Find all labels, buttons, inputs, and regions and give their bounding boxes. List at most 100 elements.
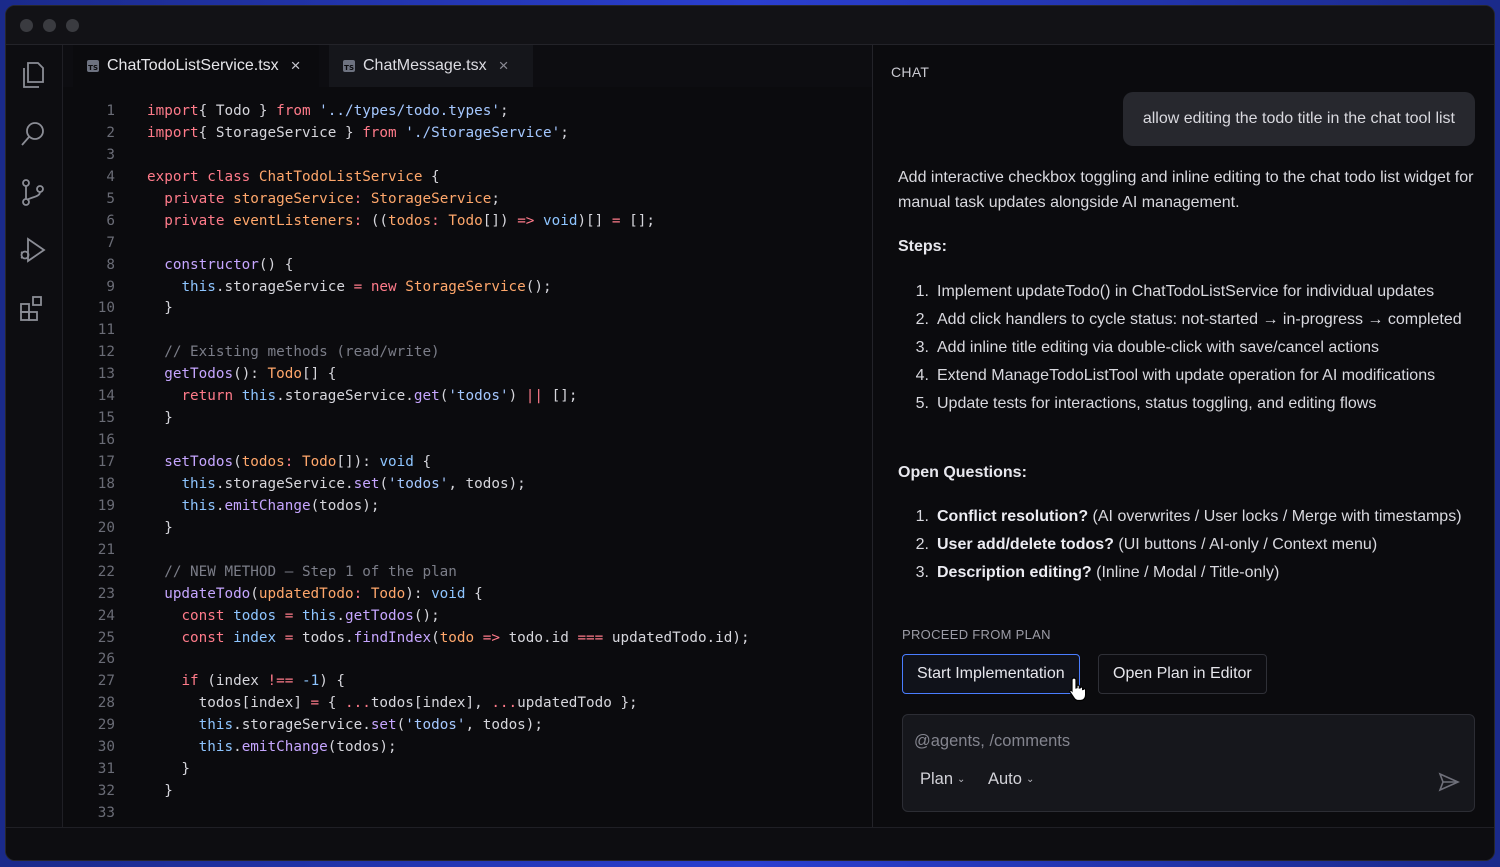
line-number: 27 [97, 673, 115, 690]
code-text: todos[index] = { ...todos[index], ...upd… [147, 695, 638, 712]
code-text: if (index !== -1) { [181, 673, 346, 690]
line-number: 18 [97, 475, 115, 492]
close-tab-icon[interactable]: × [499, 56, 509, 76]
code-text: getTodos(): Todo[] { [164, 366, 337, 383]
code-text: } [147, 761, 191, 778]
line-number: 7 [106, 234, 115, 251]
line-number: 5 [106, 190, 115, 207]
code-line: 27 if (index !== -1) { [63, 671, 872, 693]
code-text: updateTodo(updatedTodo: Todo): void { [164, 585, 483, 602]
steps-list: 1. Implement updateTodo() in ChatTodoList… [898, 280, 1478, 420]
extensions-icon[interactable] [18, 293, 48, 323]
code-line: 11 [63, 320, 872, 342]
source-control-icon[interactable] [18, 177, 48, 207]
code-text: this.emitChange(todos); [181, 497, 380, 514]
code-text: const todos = this.getTodos(); [181, 607, 440, 624]
list-item: 3. Add inline title editing via double-cl… [915, 339, 1380, 356]
code-line: 18 this.storageService.set('todos', todo… [63, 474, 872, 496]
code-editor: TS ChatTodoListService.tsx × TS ChatMess… [63, 45, 873, 827]
line-number: 30 [97, 739, 115, 756]
list-item: 5. Update tests for interactions, status … [915, 395, 1377, 412]
questions-list: 1. Conflict resolution? (AI overwrites / … [898, 505, 1478, 589]
activity-bar [6, 45, 63, 827]
editor-tab-bar: TS ChatTodoListService.tsx × TS ChatMess… [63, 45, 872, 87]
minimize-window-button[interactable] [43, 19, 56, 32]
chevron-down-icon: ⌄ [1025, 774, 1035, 785]
open-plan-in-editor-button[interactable]: Open Plan in Editor [1098, 654, 1267, 694]
code-line: 6 private eventListeners: ((todos: Todo[… [63, 211, 872, 233]
close-window-button[interactable] [20, 19, 33, 32]
line-number: 10 [97, 300, 115, 317]
code-area[interactable]: 1 import{ Todo } from '../types/todo.type… [63, 101, 872, 825]
code-text: } [147, 410, 173, 427]
code-line: 29 this.storageService.set('todos', todo… [63, 715, 872, 737]
mode-dropdown[interactable]: Plan ⌄ [920, 770, 965, 789]
code-text: } [147, 783, 173, 800]
code-line: 20 } [63, 518, 872, 540]
model-label: Auto [988, 770, 1022, 788]
line-number: 6 [106, 212, 115, 229]
line-number: 21 [97, 541, 115, 558]
send-icon[interactable] [1438, 771, 1460, 793]
line-number: 2 [106, 124, 115, 141]
line-number: 15 [97, 410, 115, 427]
code-text: this.emitChange(todos); [198, 739, 397, 756]
tab-chatmessage[interactable]: TS ChatMessage.tsx × [329, 45, 533, 87]
code-line: 24 const todos = this.getTodos(); [63, 606, 872, 628]
list-item: 1. Conflict resolution? (AI overwrites / … [915, 508, 1462, 525]
line-number: 17 [97, 454, 115, 470]
code-text: return this.storageService.get('todos') … [181, 388, 578, 405]
maximize-window-button[interactable] [66, 19, 79, 32]
code-text: export class ChatTodoListService { [147, 168, 440, 185]
code-text: } [147, 519, 173, 536]
files-icon[interactable] [18, 60, 48, 90]
run-debug-icon[interactable] [18, 235, 48, 265]
code-line: 30 this.emitChange(todos); [63, 737, 872, 759]
list-item: 1. Implement updateTodo() in ChatTodoList… [915, 283, 1435, 300]
chat-input-placeholder[interactable]: @agents, /comments [914, 732, 1070, 751]
open-questions-heading: Open Questions: [898, 464, 1027, 481]
line-number: 9 [106, 278, 115, 295]
code-line: 21 [63, 540, 872, 562]
list-item: 3. Description editing? (Inline / Modal /… [915, 564, 1280, 581]
tab-chattodolistservice[interactable]: TS ChatTodoListService.tsx × [73, 45, 319, 87]
code-text: import{ Todo } from '../types/todo.types… [147, 103, 509, 119]
typescript-file-icon: TS [343, 60, 355, 72]
code-text: } [147, 300, 173, 317]
close-tab-icon[interactable]: × [291, 56, 301, 76]
list-item: 2. User add/delete todos? (UI buttons / A… [915, 536, 1378, 553]
model-dropdown[interactable]: Auto ⌄ [988, 770, 1034, 789]
status-bar [6, 827, 1494, 860]
tab-label: ChatMessage.tsx [363, 57, 487, 74]
code-line: 9 this.storageService = new StorageServi… [63, 277, 872, 299]
line-number: 11 [97, 322, 115, 339]
search-icon[interactable] [18, 119, 48, 149]
line-number: 4 [106, 168, 115, 185]
chat-composer[interactable]: @agents, /comments Plan ⌄ Auto ⌄ [902, 714, 1475, 812]
plan-intro: Add interactive checkbox toggling and in… [898, 169, 1474, 211]
line-number: 22 [97, 563, 115, 580]
code-line: 25 const index = todos.findIndex(todo =>… [63, 628, 872, 650]
code-line: 31 } [63, 759, 872, 781]
app-window: TS ChatTodoListService.tsx × TS ChatMess… [5, 5, 1495, 861]
code-line: 15 } [63, 408, 872, 430]
start-implementation-button[interactable]: Start Implementation [902, 654, 1080, 694]
code-text: this.storageService.set('todos', todos); [198, 717, 543, 734]
line-number: 28 [97, 695, 115, 712]
code-line: 14 return this.storageService.get('todos… [63, 386, 872, 408]
line-number: 24 [97, 607, 115, 624]
line-number: 19 [97, 497, 115, 514]
code-text: // NEW METHOD — Step 1 of the plan [164, 563, 457, 580]
code-line: 23 updateTodo(updatedTodo: Todo): void { [63, 584, 872, 606]
code-line: 13 getTodos(): Todo[] { [63, 364, 872, 386]
line-number: 14 [97, 388, 115, 405]
line-number: 3 [106, 146, 115, 163]
code-line: 33 [63, 803, 872, 825]
code-line: 1 import{ Todo } from '../types/todo.type… [63, 101, 872, 123]
code-line: 19 this.emitChange(todos); [63, 496, 872, 518]
